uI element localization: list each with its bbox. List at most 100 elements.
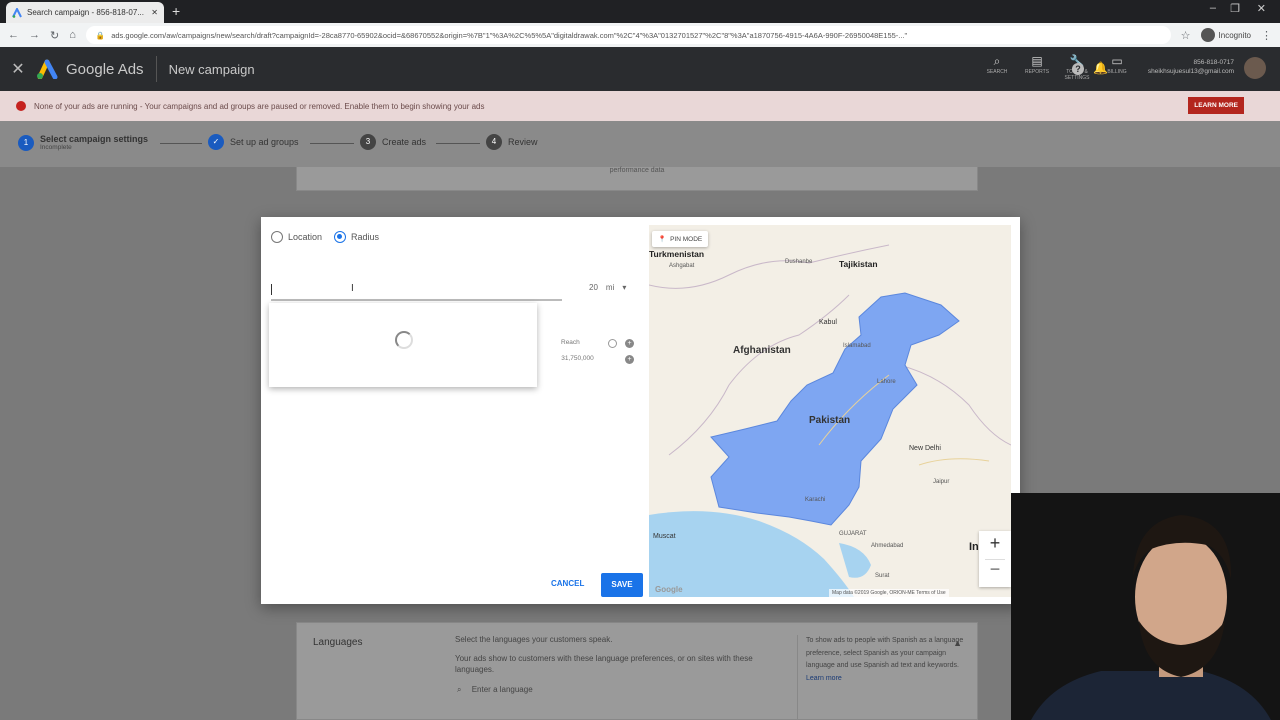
new-tab-button[interactable]: + (172, 3, 180, 19)
header-divider (155, 56, 157, 82)
search-icon: ⌕ (993, 54, 1001, 68)
save-button[interactable]: SAVE (601, 573, 643, 597)
map-label-ashgabat: Ashgabat (669, 263, 695, 269)
search-tool-button[interactable]: ⌕ SEARCH (984, 53, 1010, 81)
help-icon[interactable]: ? (1072, 63, 1084, 75)
reports-tool-button[interactable]: ▤ REPORTS (1024, 53, 1050, 81)
add-icon[interactable]: + (625, 355, 634, 364)
campaign-stepper: 1 Select campaign settings Incomplete ✓ … (0, 121, 1280, 167)
browser-tab[interactable]: Search campaign - 856-818-07... ✕ (6, 2, 164, 23)
dialog-controls: Location Radius I 20 mi ▾ Reach 31,750,0… (261, 217, 649, 604)
page-title: New campaign (168, 61, 255, 77)
browser-menu-icon[interactable]: ⋮ (1261, 29, 1272, 42)
radio-location-label: Location (288, 232, 323, 242)
map-label-surat: Surat (875, 573, 890, 579)
presenter-video-frame (1011, 493, 1280, 720)
error-icon (16, 101, 26, 111)
step-3-label: Create ads (382, 137, 427, 147)
incognito-label: Incognito (1218, 30, 1251, 40)
bookmark-star-icon[interactable]: ☆ (1181, 29, 1191, 42)
stepper-connector (436, 143, 480, 144)
map-view[interactable]: 📍 PIN MODE Turkmenistan Ashgabat Dushanb… (649, 225, 1011, 597)
home-icon[interactable]: ⌂ (69, 29, 76, 41)
zoom-out-button[interactable]: − (979, 559, 1011, 580)
pin-mode-label: PIN MODE (670, 235, 703, 243)
close-tab-icon[interactable]: ✕ (151, 8, 158, 17)
step-select-campaign-settings[interactable]: 1 Select campaign settings Incomplete (18, 134, 148, 151)
step-review[interactable]: 4 Review (486, 134, 538, 150)
browser-tab-title: Search campaign - 856-818-07... (27, 8, 144, 17)
languages-section: Languages Select the languages your cust… (296, 622, 978, 720)
map-label-karachi: Karachi (805, 497, 826, 503)
learn-more-link[interactable]: Learn more (806, 675, 842, 682)
step-4-indicator: 4 (486, 134, 502, 150)
radio-radius-circle (334, 231, 347, 243)
browser-address-bar: ← → ↻ ⌂ 🔒 ads.google.com/aw/campaigns/ne… (0, 23, 1280, 47)
info-icon[interactable] (608, 339, 617, 348)
radius-location-input[interactable]: I (271, 281, 562, 301)
chevron-down-icon: ▾ (622, 283, 627, 292)
radio-radius-label: Radius (351, 232, 380, 242)
alert-text: None of your ads are running - Your camp… (34, 101, 485, 111)
browser-tab-bar: Search campaign - 856-818-07... ✕ + – ❐ … (0, 0, 1280, 23)
notifications-bell-icon[interactable]: 🔔 (1093, 61, 1108, 75)
language-search-input[interactable]: ⌕ Enter a language (457, 685, 533, 695)
languages-help-panel: To show ads to people with Spanish as a … (797, 635, 972, 720)
radius-unit-label: mi (605, 283, 615, 292)
step-2-label: Set up ad groups (230, 137, 299, 147)
step-1-label: Select campaign settings (40, 134, 149, 144)
stepper-connector (310, 143, 354, 144)
ibeam-cursor-icon: I (351, 283, 354, 294)
account-id: 856-818-0717 (1193, 59, 1234, 66)
url-field[interactable]: 🔒 ads.google.com/aw/campaigns/new/search… (85, 26, 1171, 44)
billing-tool-label: BILLING (1107, 69, 1127, 75)
add-icon[interactable]: + (625, 339, 634, 348)
chevron-up-icon[interactable]: ▲ (953, 637, 962, 650)
url-text: ads.google.com/aw/campaigns/new/search/d… (111, 30, 908, 40)
radio-location[interactable]: Location (271, 231, 322, 243)
stepper-connector (160, 143, 202, 144)
step-set-up-ad-groups[interactable]: ✓ Set up ad groups (208, 134, 299, 150)
map-label-new-delhi: New Delhi (909, 445, 941, 452)
loading-spinner-icon (395, 331, 413, 349)
learn-more-button[interactable]: LEARN MORE (1188, 97, 1244, 114)
minimize-button[interactable]: – (1210, 2, 1216, 14)
step-create-ads[interactable]: 3 Create ads (360, 134, 426, 150)
map-attribution[interactable]: Map data ©2019 Google, ORION-ME Terms of… (829, 589, 949, 597)
map-label-muscat: Muscat (653, 533, 676, 540)
incognito-icon (1200, 28, 1215, 42)
languages-description: Your ads show to customers with these la… (455, 654, 753, 674)
search-icon: ⌕ (457, 685, 462, 694)
map-label-pakistan: Pakistan (809, 415, 851, 426)
cancel-button[interactable]: CANCEL (551, 579, 584, 588)
close-campaign-button[interactable]: ✕ (0, 59, 36, 79)
incognito-indicator[interactable]: Incognito (1200, 28, 1251, 42)
radius-unit-select[interactable]: 20 mi ▾ (589, 283, 626, 292)
maximize-button[interactable]: ❐ (1230, 2, 1240, 15)
step-3-indicator: 3 (360, 134, 376, 150)
back-icon[interactable]: ← (8, 29, 19, 41)
avatar[interactable] (1244, 57, 1266, 79)
billing-icon: ▭ (1111, 54, 1123, 68)
reload-icon[interactable]: ↻ (50, 29, 59, 42)
map-label-india-partial: In (969, 541, 979, 553)
reports-icon: ▤ (1031, 54, 1043, 68)
map-label-dushanbe: Dushanbe (785, 259, 813, 265)
map-label-turkmenistan: Turkmenistan (649, 249, 705, 259)
map-label-ahmedabad: Ahmedabad (871, 543, 904, 549)
map-label-tajikistan: Tajikistan (839, 259, 878, 269)
background-card-top: performance data (296, 167, 978, 191)
step-2-check-icon: ✓ (208, 134, 224, 150)
radio-radius[interactable]: Radius (334, 231, 379, 243)
account-info[interactable]: 856-818-0717 sheikhsujuesul13@gmail.com (1148, 58, 1234, 76)
radius-value: 20 (589, 283, 598, 292)
close-window-button[interactable]: ✕ (1257, 2, 1266, 15)
map-zoom-controls: + − (979, 531, 1011, 587)
map-label-islamabad: Islamabad (843, 343, 871, 349)
map-canvas (649, 225, 1011, 597)
targeting-mode-radios: Location Radius (271, 231, 379, 243)
forward-icon[interactable]: → (29, 29, 40, 41)
account-email: sheikhsujuesul13@gmail.com (1147, 68, 1234, 75)
pin-mode-button[interactable]: 📍 PIN MODE (652, 231, 709, 247)
zoom-in-button[interactable]: + (979, 533, 1011, 554)
